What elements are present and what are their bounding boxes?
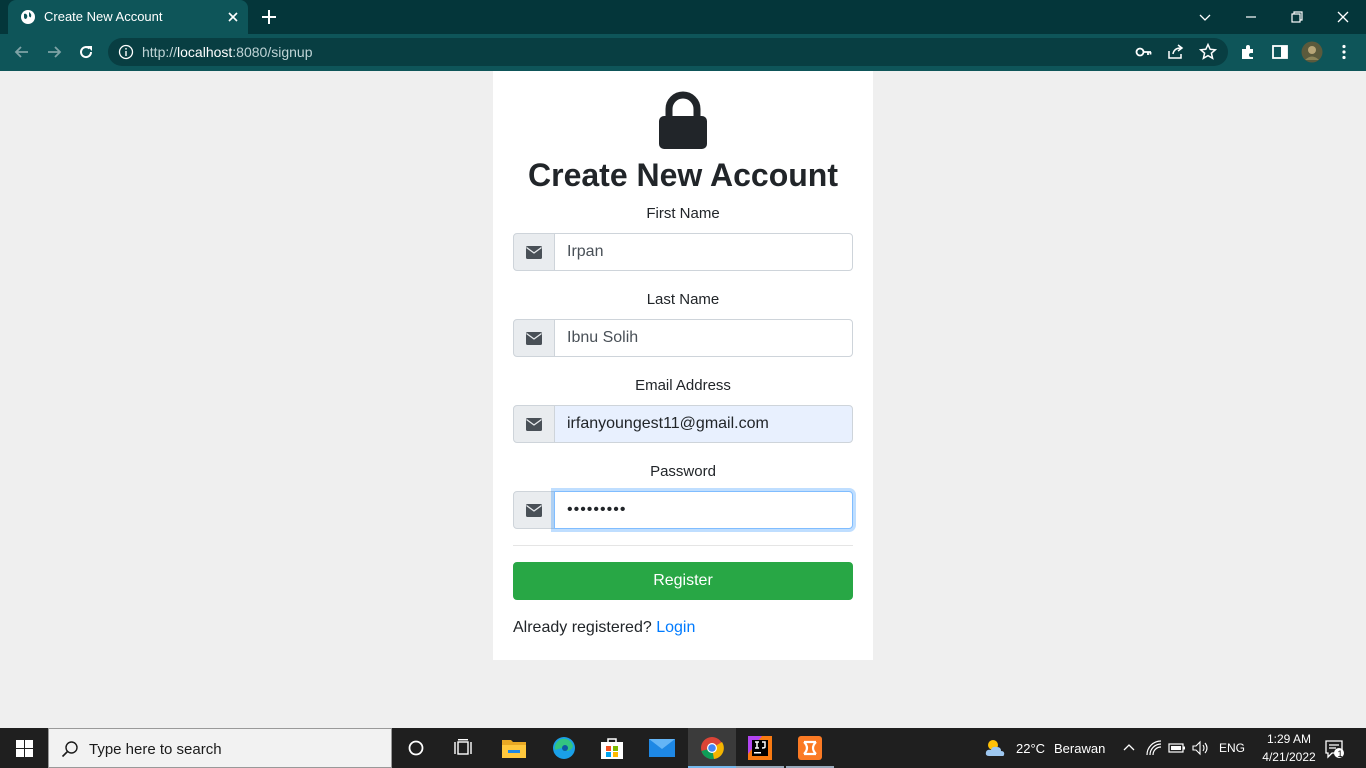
taskbar-chrome[interactable] [688, 728, 736, 768]
search-placeholder: Type here to search [89, 741, 222, 758]
login-prompt: Already registered? Login [513, 619, 695, 637]
close-icon[interactable] [224, 8, 242, 26]
tab-title: Create New Account [44, 9, 163, 24]
chrome-icon [701, 737, 724, 760]
envelope-icon [526, 504, 542, 517]
taskbar-search[interactable]: Type here to search [48, 728, 392, 768]
page-title: Create New Account [528, 157, 838, 193]
last-name-addon [513, 319, 555, 357]
email-addon [513, 405, 555, 443]
sidepanel-icon[interactable] [1270, 42, 1290, 62]
taskbar-edge[interactable] [540, 728, 588, 768]
already-registered-text: Already registered? [513, 619, 652, 636]
minimize-icon[interactable] [1240, 6, 1262, 28]
battery-icon[interactable] [1168, 741, 1186, 755]
cortana-button[interactable] [392, 728, 440, 768]
clock-time[interactable]: 1:29 AM [1258, 732, 1320, 746]
xampp-icon [798, 736, 822, 760]
email-group [513, 405, 853, 443]
forward-arrow-icon[interactable] [44, 42, 64, 62]
start-button[interactable] [0, 728, 48, 768]
globe-icon [21, 10, 35, 24]
clock-date[interactable]: 4/21/2022 [1252, 750, 1326, 764]
email-label: Email Address [635, 377, 731, 394]
taskbar-mail[interactable] [638, 728, 686, 768]
key-icon[interactable] [1134, 42, 1154, 62]
volume-icon[interactable] [1192, 740, 1210, 756]
first-name-input[interactable] [554, 233, 853, 271]
task-view-button[interactable] [440, 728, 488, 768]
taskbar-store[interactable] [588, 728, 636, 768]
weather-temp: 22°C [1016, 741, 1046, 756]
last-name-group [513, 319, 853, 357]
register-button[interactable]: Register [513, 562, 853, 600]
taskbar-file-explorer[interactable] [490, 728, 538, 768]
plus-icon[interactable] [260, 8, 278, 26]
cortana-icon [408, 740, 424, 756]
browser-toolbar: http://localhost:8080/signup [0, 34, 1366, 71]
mail-icon [649, 739, 675, 757]
cloud-icon[interactable] [984, 738, 1008, 758]
search-icon [61, 741, 78, 758]
task-view-icon [454, 739, 472, 755]
form-divider [513, 545, 853, 546]
kebab-menu-icon[interactable] [1334, 42, 1354, 62]
close-icon[interactable] [1332, 6, 1354, 28]
password-group [513, 491, 853, 529]
email-input[interactable] [554, 405, 853, 443]
store-icon [601, 738, 623, 759]
login-link[interactable]: Login [656, 619, 695, 636]
envelope-icon [526, 246, 542, 259]
puzzle-icon[interactable] [1238, 42, 1258, 62]
share-icon[interactable] [1166, 42, 1186, 62]
wifi-icon[interactable] [1146, 740, 1162, 756]
browser-tab[interactable]: Create New Account [8, 0, 248, 34]
reload-icon[interactable] [76, 42, 96, 62]
password-input[interactable] [554, 491, 853, 529]
restore-icon[interactable] [1286, 6, 1308, 28]
first-name-addon [513, 233, 555, 271]
tab-strip: Create New Account [0, 0, 1366, 34]
file-explorer-icon [502, 740, 526, 758]
chevron-up-icon[interactable] [1122, 741, 1136, 755]
back-arrow-icon[interactable] [12, 42, 32, 62]
taskbar-xampp[interactable] [786, 728, 834, 768]
intellij-icon [748, 736, 772, 760]
envelope-icon [526, 418, 542, 431]
weather-desc: Berawan [1054, 741, 1106, 756]
address-bar[interactable]: http://localhost:8080/signup [108, 38, 1228, 66]
taskbar-intellij[interactable] [736, 728, 784, 768]
signup-card: Create New Account First Name Last Name … [493, 71, 873, 660]
password-addon [513, 491, 555, 529]
last-name-label: Last Name [646, 291, 720, 308]
notification-count: 1 [1337, 749, 1343, 759]
language-indicator[interactable]: ENG [1219, 741, 1245, 755]
avatar[interactable] [1301, 41, 1323, 63]
first-name-label: First Name [646, 205, 720, 222]
password-label: Password [650, 463, 716, 480]
star-icon[interactable] [1198, 42, 1218, 62]
windows-logo-icon [16, 740, 33, 757]
envelope-icon [526, 332, 542, 345]
info-icon[interactable] [118, 44, 134, 60]
chevron-down-icon[interactable] [1194, 6, 1216, 28]
last-name-input[interactable] [554, 319, 853, 357]
first-name-group [513, 233, 853, 271]
lock-icon [659, 91, 707, 149]
taskbar: Type here to search 22°C Berawan ENG 1:2… [0, 728, 1366, 768]
edge-icon [553, 737, 575, 759]
url-text: http://localhost:8080/signup [142, 44, 313, 60]
